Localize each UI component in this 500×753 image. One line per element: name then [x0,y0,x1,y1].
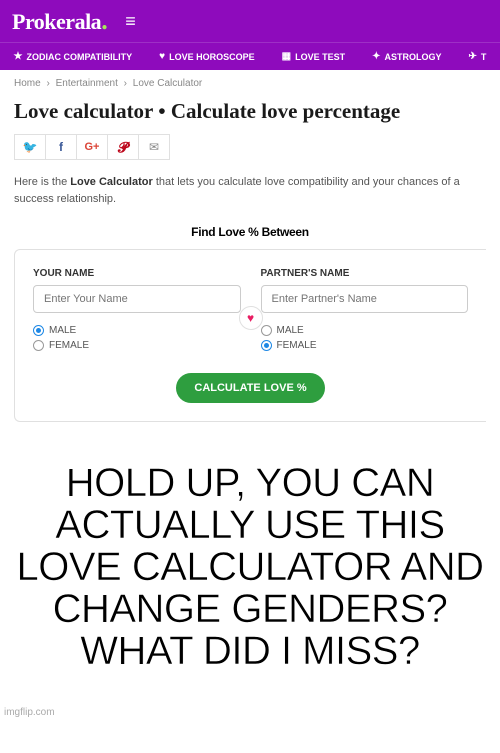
calculate-button[interactable]: CALCULATE LOVE % [176,373,324,403]
social-share-row: 🐦 f G+ 𝓟 ✉ [0,134,500,174]
watermark: imgflip.com [0,705,59,720]
radio-icon [33,340,44,351]
grid-icon: ▦ [282,51,291,62]
facebook-icon: f [59,140,63,154]
meme-caption: HOLD UP, YOU CAN ACTUALLY USE THIS LOVE … [0,422,500,702]
breadcrumb-current: Love Calculator [133,78,202,89]
facebook-share-button[interactable]: f [45,134,77,160]
nav-lovetest[interactable]: ▦LOVE TEST [282,51,345,62]
nav-astrology[interactable]: ✦ASTROLOGY [372,51,441,62]
intro-text: Here is the Love Calculator that lets yo… [0,174,500,221]
googleplus-icon: G+ [85,141,100,153]
header-bar: Prokerala. ≡ [0,0,500,42]
your-gender-male[interactable]: MALE [33,325,241,336]
love-form: YOUR NAME MALE FEMALE ♥ PARTNER'S NAME M… [14,249,486,422]
logo[interactable]: Prokerala. [12,6,107,36]
your-name-input[interactable] [33,285,241,313]
breadcrumb-home[interactable]: Home [14,78,41,89]
email-icon: ✉ [149,140,159,154]
breadcrumb: Home › Entertainment › Love Calculator [0,70,500,97]
googleplus-share-button[interactable]: G+ [76,134,108,160]
nav-travel[interactable]: ✈T [469,51,487,62]
partner-name-col: PARTNER'S NAME MALE FEMALE [261,268,469,355]
sparkle-icon: ✦ [372,51,380,62]
star-icon: ★ [14,51,23,62]
partner-gender-female[interactable]: FEMALE [261,340,469,351]
radio-icon [261,325,272,336]
your-name-col: YOUR NAME MALE FEMALE [33,268,241,355]
your-name-label: YOUR NAME [33,268,241,279]
pinterest-share-button[interactable]: 𝓟 [107,134,139,160]
radio-icon [33,325,44,336]
breadcrumb-entertainment[interactable]: Entertainment [56,78,118,89]
nav-horoscope[interactable]: ♥LOVE HOROSCOPE [159,51,254,62]
partner-gender-male[interactable]: MALE [261,325,469,336]
nav-zodiac[interactable]: ★ZODIAC COMPATIBILITY [14,51,133,62]
your-gender-female[interactable]: FEMALE [33,340,241,351]
hamburger-icon[interactable]: ≡ [125,11,136,32]
twitter-share-button[interactable]: 🐦 [14,134,46,160]
pinterest-icon: 𝓟 [118,139,128,156]
plane-icon: ✈ [469,51,477,62]
heart-divider-icon: ♥ [239,306,263,330]
nav-bar: ★ZODIAC COMPATIBILITY ♥LOVE HOROSCOPE ▦L… [0,42,500,70]
email-share-button[interactable]: ✉ [138,134,170,160]
partner-name-input[interactable] [261,285,469,313]
find-love-heading: Find Love % Between [0,221,500,249]
page-title: Love calculator • Calculate love percent… [0,97,500,134]
twitter-icon: 🐦 [23,140,38,154]
partner-name-label: PARTNER'S NAME [261,268,469,279]
heart-icon: ♥ [159,51,165,62]
radio-icon [261,340,272,351]
